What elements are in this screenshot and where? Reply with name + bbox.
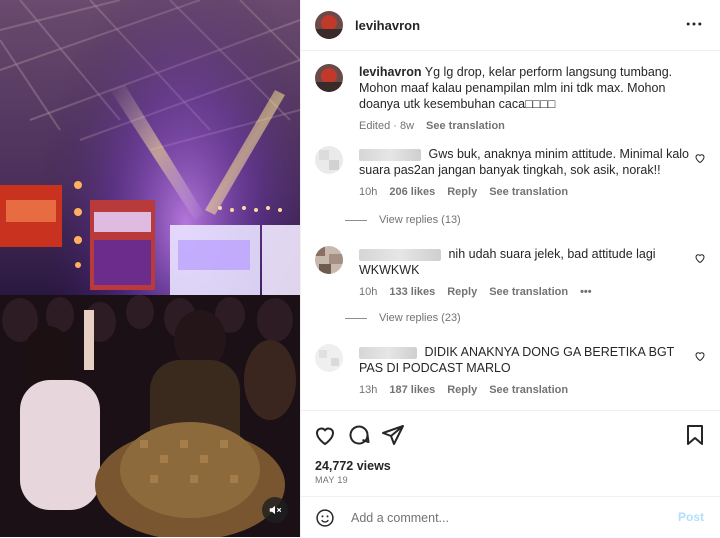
view-count[interactable]: 24,772 views (315, 459, 391, 473)
caption-edited-time: Edited · 8w (359, 120, 415, 132)
post-actions-bar (301, 410, 720, 456)
emoji-icon[interactable] (315, 508, 335, 528)
reply-button[interactable]: Reply (447, 184, 477, 200)
heart-icon[interactable] (694, 252, 706, 264)
view-replies-button[interactable]: View replies (23) (345, 312, 461, 324)
post-comment-button[interactable]: Post (678, 510, 704, 524)
blurred-username (359, 346, 417, 359)
mute-button[interactable] (262, 497, 288, 523)
avatar[interactable] (315, 64, 343, 92)
avatar[interactable] (315, 344, 343, 372)
share-icon[interactable] (381, 423, 405, 447)
add-comment-bar: Post (301, 496, 720, 538)
reply-divider-line (345, 219, 367, 221)
reply-divider-line (345, 317, 367, 319)
post-header: levihavron (301, 0, 720, 51)
comment-likes[interactable]: 187 likes (389, 382, 435, 398)
concert-scene-image (0, 0, 300, 537)
comment-time: 13h (359, 384, 378, 396)
heart-icon[interactable] (313, 423, 337, 447)
comment-time: 10h (359, 186, 378, 198)
view-replies-button[interactable]: View replies (13) (345, 214, 461, 226)
view-replies-label: View replies (13) (379, 214, 461, 226)
view-replies-label: View replies (23) (379, 312, 461, 324)
see-translation-link[interactable]: See translation (489, 382, 568, 398)
post-detail-panel: levihavron levihavron Yg lg drop, kelar … (300, 0, 720, 537)
see-translation-link[interactable]: See translation (426, 118, 505, 134)
comment-time: 10h (359, 286, 378, 298)
avatar[interactable] (315, 246, 343, 274)
avatar[interactable] (315, 146, 343, 174)
comment-options-icon[interactable]: ••• (580, 284, 592, 300)
muted-speaker-icon (269, 505, 282, 515)
bookmark-icon[interactable] (683, 423, 707, 447)
more-options-icon[interactable] (684, 14, 704, 34)
reply-button[interactable]: Reply (447, 284, 477, 300)
heart-icon[interactable] (694, 152, 706, 164)
comments-section[interactable]: levihavron Yg lg drop, kelar perform lan… (301, 50, 720, 410)
blurred-username (359, 248, 441, 261)
post-date[interactable]: MAY 19 (315, 475, 348, 485)
header-username[interactable]: levihavron (355, 18, 420, 33)
see-translation-link[interactable]: See translation (489, 184, 568, 200)
avatar[interactable] (315, 11, 343, 39)
comment-icon[interactable] (347, 423, 371, 447)
see-translation-link[interactable]: See translation (489, 284, 568, 300)
heart-icon[interactable] (694, 350, 706, 362)
comment-likes[interactable]: 206 likes (389, 184, 435, 200)
post-video[interactable] (0, 0, 300, 537)
comment-input[interactable] (349, 509, 653, 526)
comment-likes[interactable]: 133 likes (389, 284, 435, 300)
reply-button[interactable]: Reply (447, 382, 477, 398)
caption-username[interactable]: levihavron (359, 65, 422, 79)
blurred-username (359, 148, 421, 161)
